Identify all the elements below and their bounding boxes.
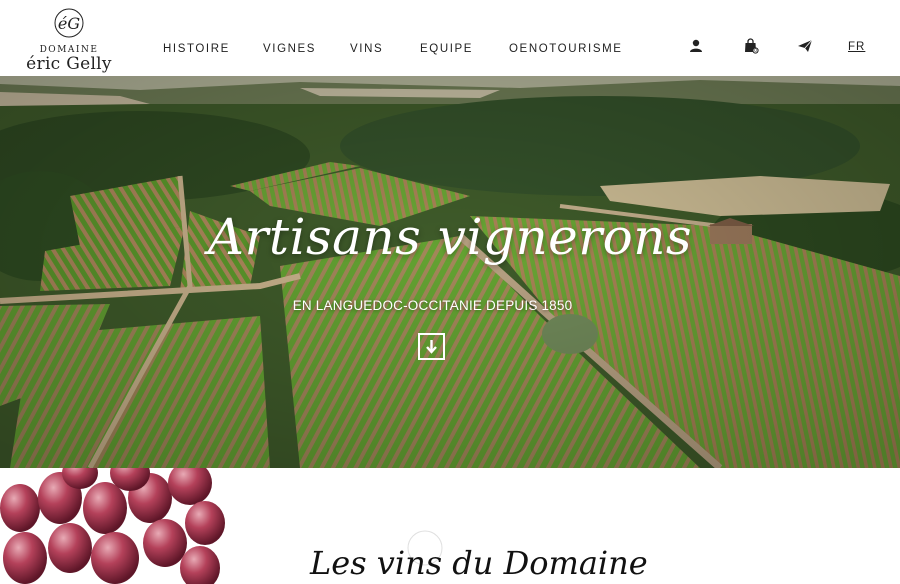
brand-logo[interactable]: éG DOMAINE éric Gelly — [22, 6, 116, 74]
monogram-icon: éG — [54, 8, 84, 38]
nav-vins[interactable]: VINS — [350, 43, 383, 55]
shopping-bag-icon[interactable]: 0 — [743, 38, 759, 54]
wines-section: Les vins du Domaine — [0, 468, 900, 584]
nav-vignes[interactable]: VIGNES — [263, 43, 316, 55]
paper-plane-icon[interactable] — [797, 38, 813, 54]
language-switcher[interactable]: FR — [848, 41, 865, 53]
nav-equipe[interactable]: EQUIPE — [420, 43, 473, 55]
site-header: éG DOMAINE éric Gelly HISTOIRE VIGNES VI… — [0, 0, 900, 76]
hero-title: Artisans vignerons — [207, 208, 693, 266]
hero-subtitle: EN LANGUEDOC-OCCITANIE DEPUIS 1850 — [292, 298, 573, 313]
svg-text:0: 0 — [754, 48, 757, 54]
nav-oenotourisme[interactable]: OENOTOURISME — [509, 43, 623, 55]
brand-name: éric Gelly — [26, 54, 112, 74]
section-title: Les vins du Domaine — [310, 544, 648, 582]
vineyard-aerial-image — [0, 76, 900, 468]
nav-histoire[interactable]: HISTOIRE — [163, 43, 230, 55]
hero-banner: Artisans vignerons EN LANGUEDOC-OCCITANI… — [0, 76, 900, 468]
monogram-text: éG — [58, 14, 80, 33]
arrow-down-icon — [426, 340, 437, 354]
scroll-down-button[interactable] — [418, 333, 445, 360]
user-icon[interactable] — [688, 38, 704, 54]
red-grapes-image — [0, 468, 225, 584]
